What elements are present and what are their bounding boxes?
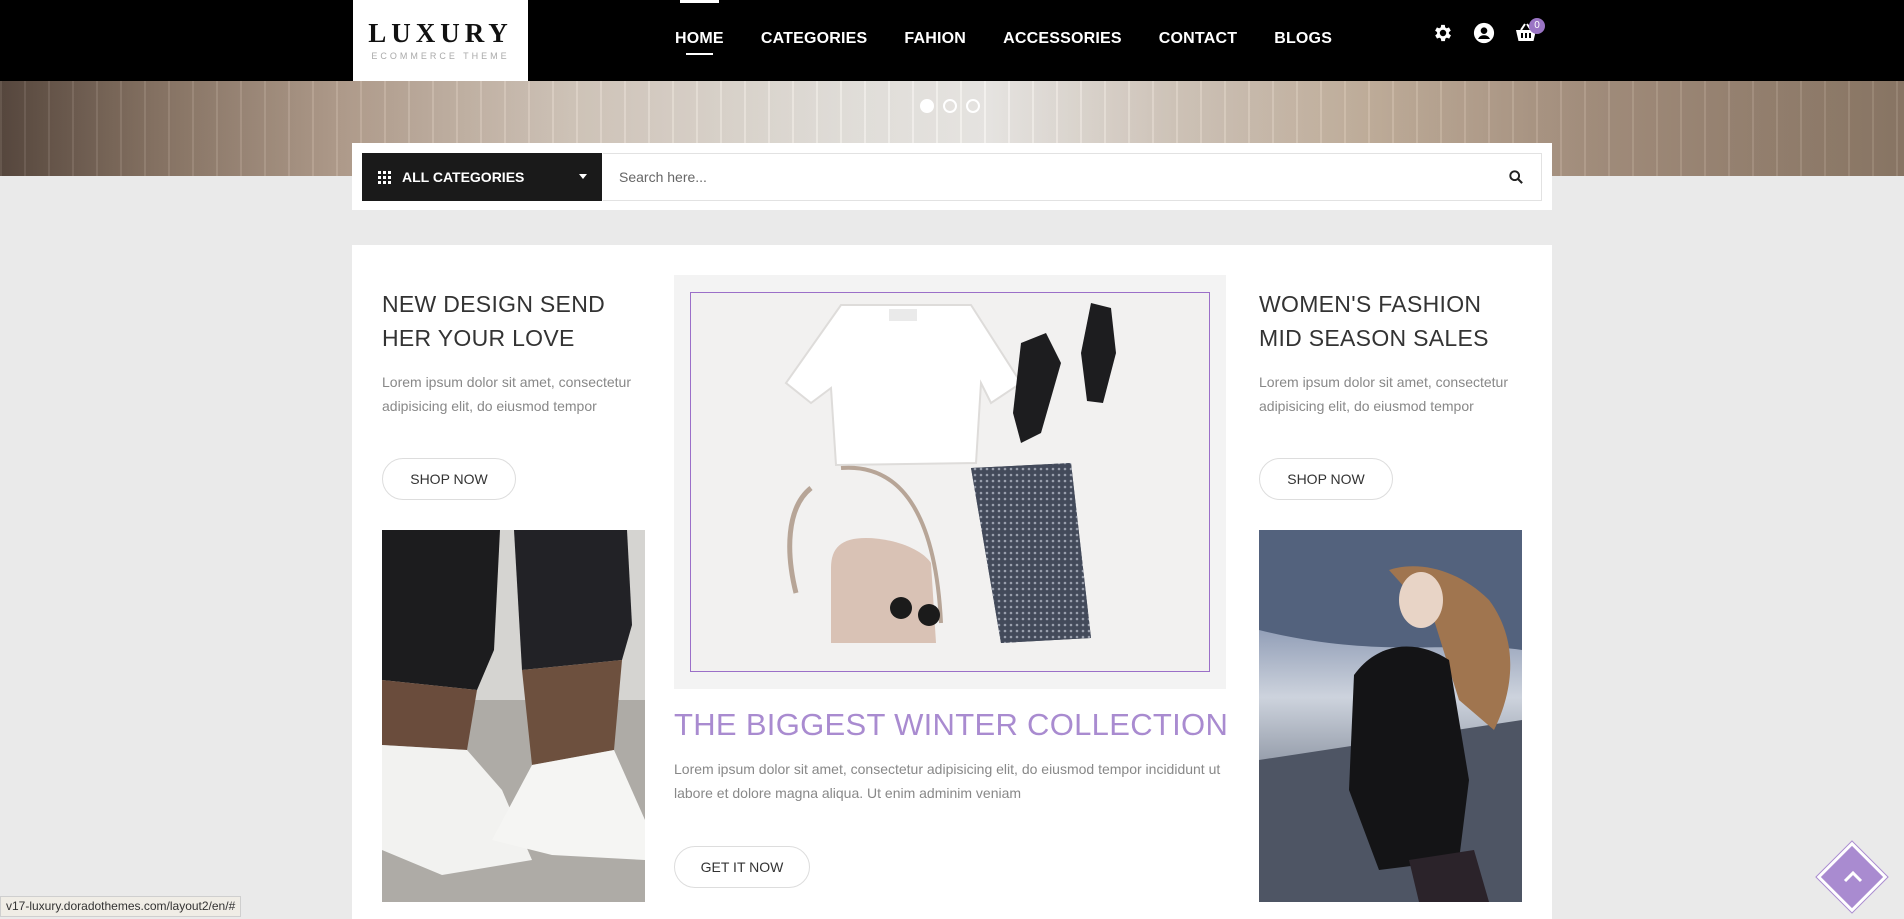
category-dropdown[interactable]: ALL CATEGORIES — [362, 153, 602, 201]
nav-categories[interactable]: CATEGORIES — [761, 0, 868, 81]
search-bar: ALL CATEGORIES — [352, 143, 1552, 210]
shop-now-button-left[interactable]: SHOP NOW — [382, 458, 516, 500]
slider-dot-2[interactable] — [943, 99, 957, 113]
slider-dot-3[interactable] — [966, 99, 980, 113]
shop-now-button-right[interactable]: SHOP NOW — [1259, 458, 1393, 500]
search-icon[interactable] — [1509, 170, 1525, 186]
caret-down-icon — [579, 174, 587, 179]
slider-pagination — [920, 99, 989, 113]
feature-banner[interactable] — [674, 275, 1226, 689]
top-header: LUXURY ECOMMERCE THEME HOME CATEGORIES F… — [0, 0, 1904, 81]
nav-blogs[interactable]: BLOGS — [1274, 0, 1332, 81]
promo-right-title: WOMEN'S FASHION MID SEASON SALES — [1259, 291, 1489, 351]
logo-tagline: ECOMMERCE THEME — [371, 51, 510, 61]
promo-right-text: Lorem ipsum dolor sit amet, consectetur … — [1259, 374, 1508, 414]
nav-contact[interactable]: CONTACT — [1159, 0, 1237, 81]
promo-left-title: NEW DESIGN SEND HER YOUR LOVE — [382, 291, 606, 351]
feature-text: Lorem ipsum dolor sit amet, consectetur … — [674, 761, 1221, 801]
browser-status-url: v17-luxury.doradothemes.com/layout2/en/# — [0, 896, 242, 917]
grid-icon — [378, 171, 391, 184]
slider-dot-1[interactable] — [920, 99, 934, 113]
feature-image — [690, 292, 1210, 672]
feature-title: THE BIGGEST WINTER COLLECTION — [674, 707, 1229, 742]
promo-section: NEW DESIGN SEND HER YOUR LOVE Lorem ipsu… — [352, 245, 1552, 919]
nav-fashion[interactable]: FAHION — [904, 0, 966, 81]
nav-accessories[interactable]: ACCESSORIES — [1003, 0, 1122, 81]
header-icons: 0 — [1432, 18, 1555, 44]
gear-icon[interactable] — [1432, 22, 1454, 44]
category-dropdown-label: ALL CATEGORIES — [402, 169, 525, 185]
site-logo[interactable]: LUXURY ECOMMERCE THEME — [353, 0, 528, 81]
chevron-up-icon — [1841, 867, 1865, 887]
search-input[interactable] — [603, 153, 1542, 201]
get-it-now-button[interactable]: GET IT NOW — [674, 846, 810, 888]
nav-home[interactable]: HOME — [675, 0, 724, 81]
main-nav: HOME CATEGORIES FAHION ACCESSORIES CONTA… — [675, 0, 1369, 81]
promo-left-text: Lorem ipsum dolor sit amet, consectetur … — [382, 374, 631, 414]
promo-right-image[interactable] — [1259, 530, 1522, 902]
promo-left-image[interactable] — [382, 530, 645, 902]
cart-count-badge: 0 — [1529, 18, 1545, 34]
logo-wordmark: LUXURY — [368, 18, 513, 48]
user-icon[interactable] — [1473, 22, 1495, 44]
